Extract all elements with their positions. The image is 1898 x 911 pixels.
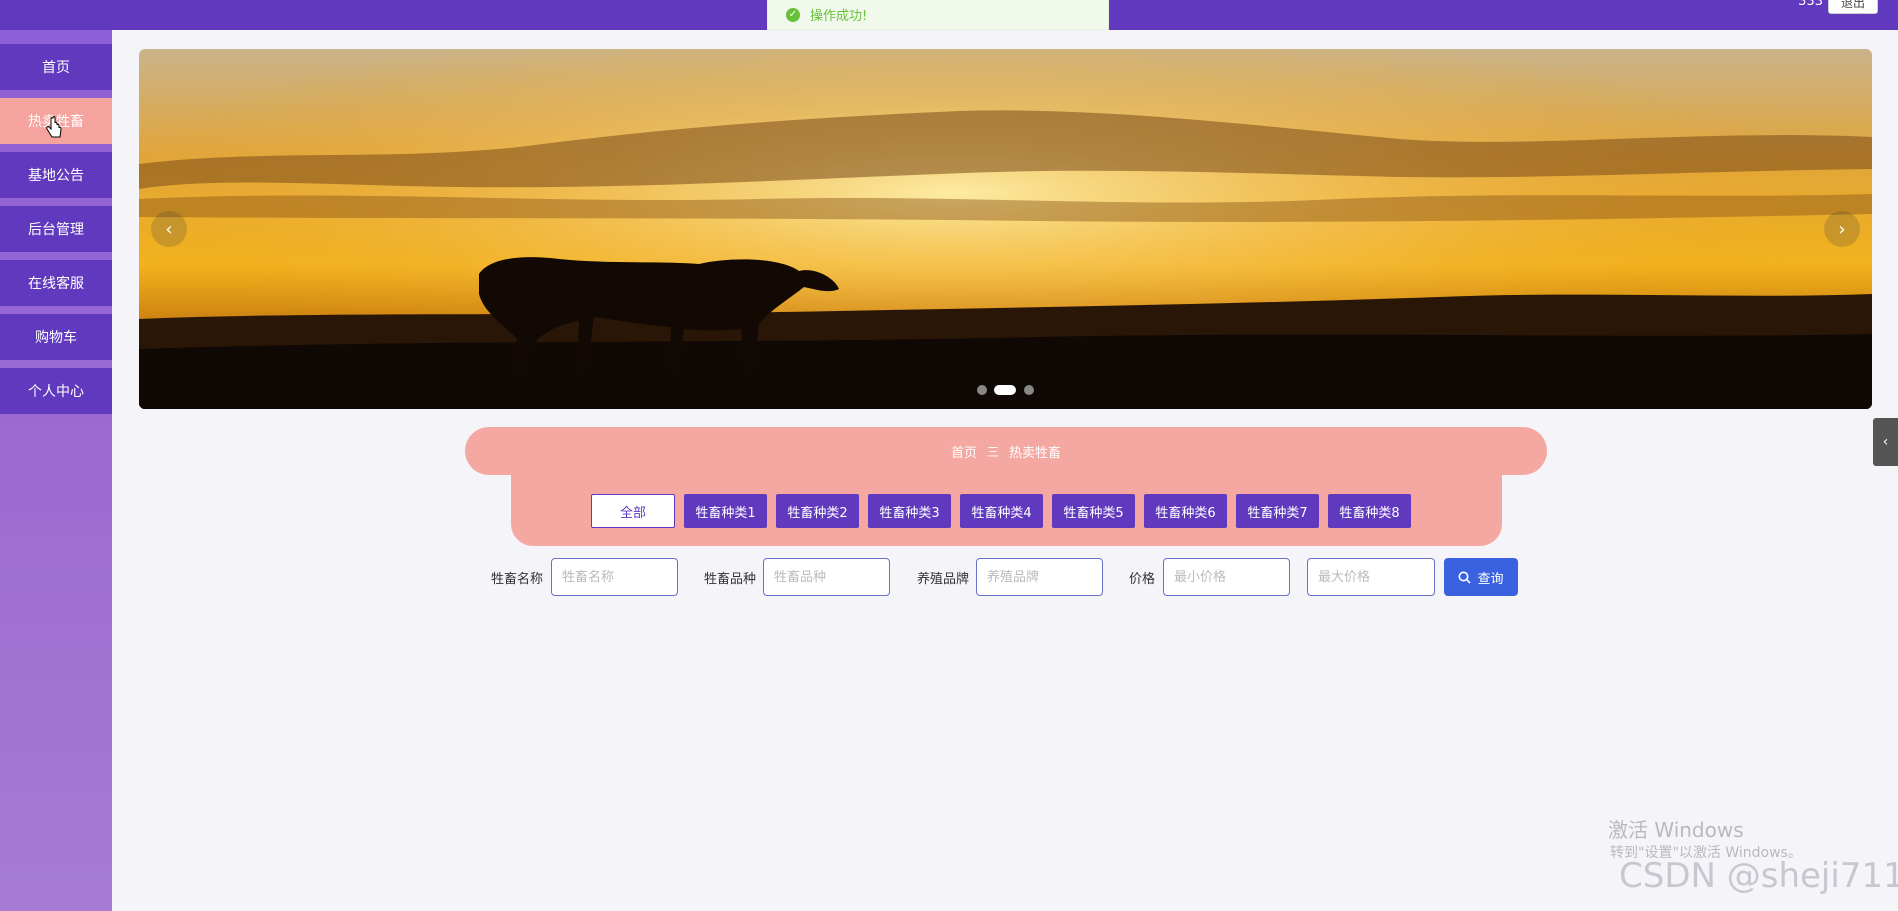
category-all[interactable]: 全部 <box>591 494 675 528</box>
breadcrumb-separator: 三 <box>986 444 999 459</box>
sidebar-item-online-service[interactable]: 在线客服 <box>0 260 112 306</box>
category-button[interactable]: 牲畜种类3 <box>868 494 951 528</box>
carousel-dot[interactable] <box>977 385 987 395</box>
max-price-input[interactable] <box>1307 558 1435 596</box>
carousel-dot[interactable] <box>1024 385 1034 395</box>
banner-next-button[interactable]: › <box>1824 211 1860 247</box>
category-button[interactable]: 牲畜种类2 <box>776 494 859 528</box>
price-label: 价格 <box>1129 572 1156 587</box>
category-button[interactable]: 牲畜种类4 <box>960 494 1043 528</box>
sidebar-item-cart[interactable]: 购物车 <box>0 314 112 360</box>
sidebar-item-announcements[interactable]: 基地公告 <box>0 152 112 198</box>
search-button-label: 查询 <box>1477 571 1504 587</box>
username: 333 <box>1798 0 1823 9</box>
name-label: 牲畜名称 <box>491 572 544 587</box>
carousel-dot[interactable] <box>994 385 1016 395</box>
category-panel: 全部 牲畜种类1 牲畜种类2 牲畜种类3 牲畜种类4 牲畜种类5 牲畜种类6 牲… <box>511 474 1502 546</box>
banner-carousel[interactable]: ‹ › <box>139 49 1872 409</box>
sunset-horse-image <box>139 49 1872 409</box>
sidebar: 首页 热卖牲畜 基地公告 后台管理 在线客服 购物车 个人中心 <box>0 30 112 911</box>
banner-prev-button[interactable]: ‹ <box>151 211 187 247</box>
success-toast: ✓ 操作成功! <box>767 0 1109 30</box>
chevron-left-icon: ‹ <box>1882 434 1889 450</box>
breadcrumb-current: 热卖牲畜 <box>1009 445 1062 461</box>
min-price-input[interactable] <box>1163 558 1290 596</box>
sidebar-item-admin[interactable]: 后台管理 <box>0 206 112 252</box>
category-button[interactable]: 牲畜种类5 <box>1052 494 1135 528</box>
breed-label: 牲畜品种 <box>704 572 757 587</box>
category-button[interactable]: 牲畜种类8 <box>1328 494 1411 528</box>
search-icon <box>1458 571 1472 584</box>
windows-activation-title: 激活 Windows <box>1608 818 1744 842</box>
breadcrumb: 首页 三 热卖牲畜 <box>465 427 1547 475</box>
toast-message: 操作成功! <box>810 9 868 24</box>
category-button[interactable]: 牲畜种类1 <box>684 494 767 528</box>
brand-label: 养殖品牌 <box>917 572 970 587</box>
sidebar-item-home[interactable]: 首页 <box>0 44 112 90</box>
success-check-icon: ✓ <box>786 7 800 22</box>
name-input[interactable] <box>551 558 678 596</box>
breadcrumb-home[interactable]: 首页 <box>951 442 977 461</box>
sidebar-item-profile[interactable]: 个人中心 <box>0 368 112 414</box>
search-button[interactable]: 查询 <box>1444 558 1518 596</box>
hand-cursor-icon <box>46 116 62 138</box>
category-button[interactable]: 牲畜种类6 <box>1144 494 1227 528</box>
brand-input[interactable] <box>976 558 1103 596</box>
category-button[interactable]: 牲畜种类7 <box>1236 494 1319 528</box>
side-collapse-button[interactable]: ‹ <box>1873 418 1898 466</box>
breed-input[interactable] <box>763 558 890 596</box>
logout-button[interactable]: 退出 <box>1828 0 1878 14</box>
csdn-watermark: CSDN @sheji711 <box>1619 856 1898 896</box>
